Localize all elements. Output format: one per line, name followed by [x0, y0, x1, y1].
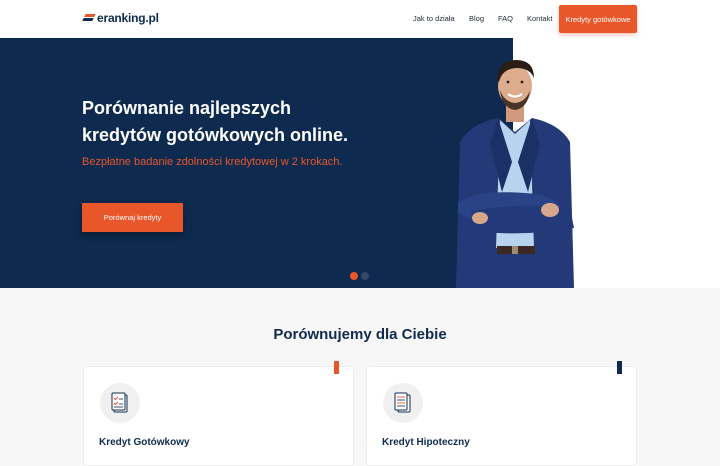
carousel-dots: [350, 272, 369, 280]
card-flag: [334, 361, 339, 374]
logo[interactable]: eranking.pl: [82, 11, 159, 25]
hero-title-line-1: Porównanie najlepszych: [82, 98, 292, 118]
section-title: Porównujemy dla Ciebie: [273, 326, 447, 343]
logo-text: eranking.pl: [97, 11, 159, 25]
site-header: eranking.pl Jak to działa Blog FAQ Konta…: [0, 0, 720, 38]
carousel-dot-active[interactable]: [350, 272, 358, 280]
nav-link-how-it-works[interactable]: Jak to działa: [413, 14, 455, 23]
nav-link-faq[interactable]: FAQ: [498, 14, 513, 23]
card-cash-loan[interactable]: Kredyt Gotówkowy: [83, 361, 354, 466]
document-list-icon: [383, 383, 423, 423]
hero-title: Porównanie najlepszych kredytów gotówkow…: [82, 95, 402, 149]
hero-title-line-2: kredytów gotówkowych online.: [82, 125, 349, 145]
hero-section: Porównanie najlepszych kredytów gotówkow…: [0, 38, 720, 288]
card-flag: [617, 361, 622, 374]
hero-subtitle: Bezpłatne badanie zdolności kredytowej w…: [82, 156, 343, 168]
document-checklist-icon: [100, 383, 140, 423]
card-title: Kredyt Gotówkowy: [99, 437, 190, 448]
comparison-section: Porównujemy dla Ciebie Kredyt Gotówkowy: [0, 288, 720, 466]
card-mortgage[interactable]: Kredyt Hipoteczny: [366, 361, 637, 466]
compare-loans-button[interactable]: Porównaj kredyty: [82, 203, 183, 232]
nav-link-contact[interactable]: Kontakt: [527, 14, 552, 23]
cash-loans-button[interactable]: Kredyty gotówkowe: [559, 5, 637, 33]
logo-mark-icon: [82, 13, 96, 23]
carousel-dot[interactable]: [361, 272, 369, 280]
card-title: Kredyt Hipoteczny: [382, 437, 470, 448]
nav-link-blog[interactable]: Blog: [469, 14, 484, 23]
hero-person-image: [456, 60, 574, 288]
